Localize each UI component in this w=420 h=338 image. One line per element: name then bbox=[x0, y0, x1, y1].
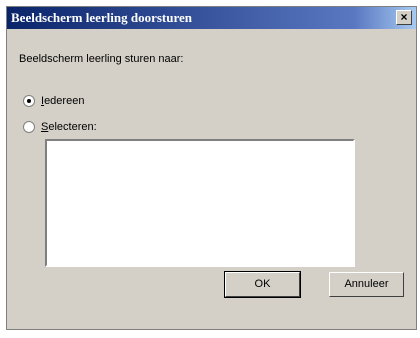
radio-select[interactable] bbox=[23, 121, 35, 133]
cancel-button[interactable]: Annuleer bbox=[329, 272, 404, 297]
radio-everyone[interactable] bbox=[23, 95, 35, 107]
close-button[interactable]: × bbox=[396, 10, 412, 25]
send-student-screen-dialog: Beeldscherm leerling doorsturen × Beelds… bbox=[6, 6, 417, 330]
send-to-prompt: Beeldscherm leerling sturen naar: bbox=[19, 53, 184, 65]
radio-select-label: Selecteren: bbox=[41, 121, 97, 133]
dialog-title: Beeldscherm leerling doorsturen bbox=[11, 10, 193, 25]
student-selection-list[interactable] bbox=[45, 139, 355, 267]
close-icon: × bbox=[400, 10, 408, 24]
radio-select-row[interactable]: Selecteren: bbox=[23, 121, 97, 133]
dialog-titlebar: Beeldscherm leerling doorsturen × bbox=[7, 7, 416, 29]
cancel-button-label: Annuleer bbox=[344, 278, 389, 290]
radio-everyone-row[interactable]: Iedereen bbox=[23, 95, 84, 107]
ok-button[interactable]: OK bbox=[224, 271, 301, 298]
ok-button-label: OK bbox=[254, 278, 271, 290]
radio-everyone-label: Iedereen bbox=[41, 95, 85, 107]
